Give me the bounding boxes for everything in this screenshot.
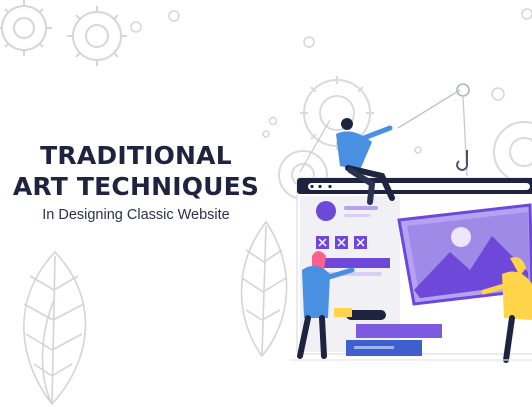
headline-subtitle: In Designing Classic Website [42,207,230,223]
leaf-icon [23,250,87,406]
x-box-icon [316,236,367,249]
headline-line-1: TRADITIONAL [40,141,232,170]
headline-block: TRADITIONAL ART TECHNIQUES In Designing … [0,140,272,223]
gear-icon [67,6,127,66]
gear-icon [493,121,532,183]
gear-icon [0,0,52,56]
headline-line-2: ART TECHNIQUES [12,172,260,201]
leaf-icon [240,220,288,358]
